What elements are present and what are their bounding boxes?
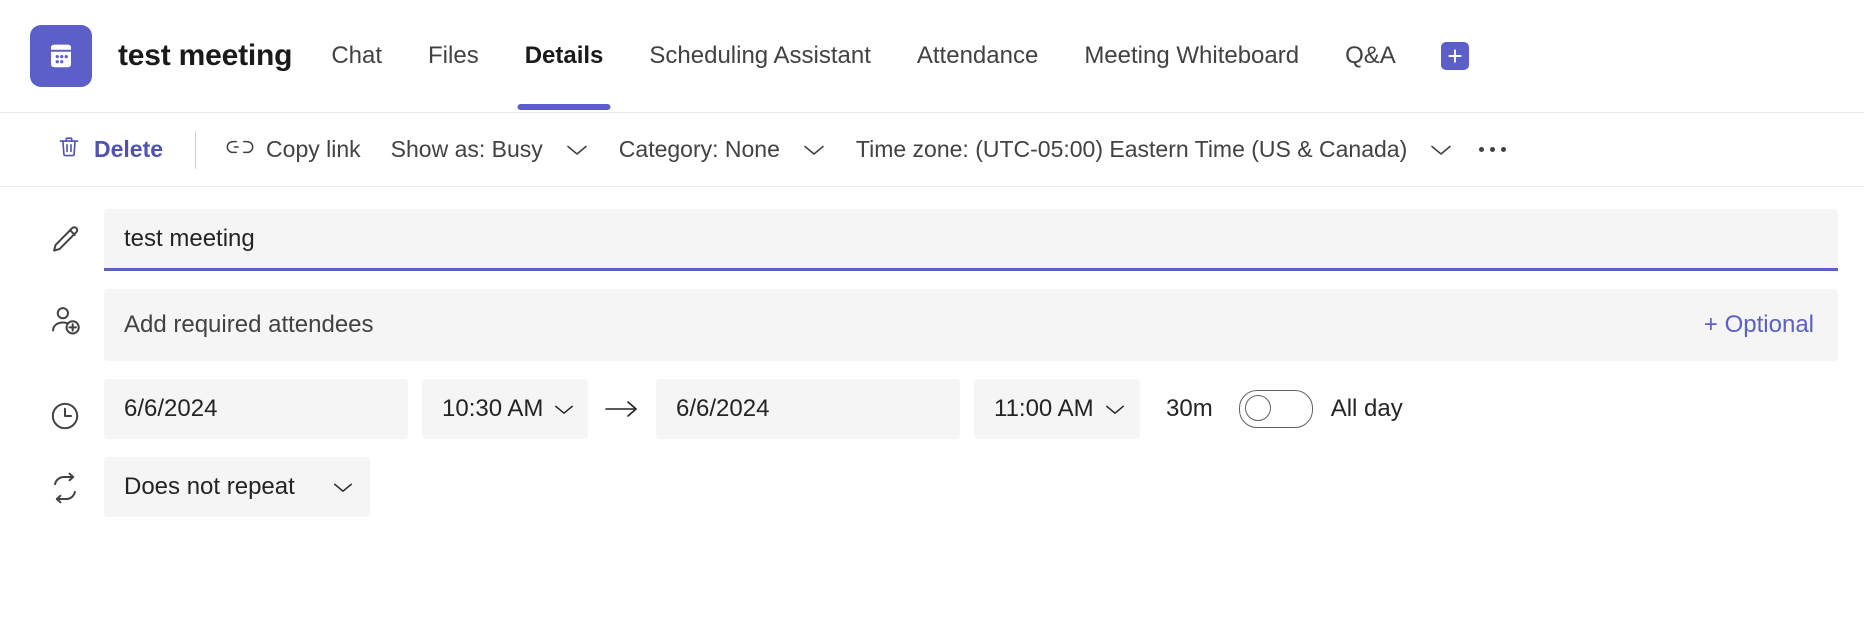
- delete-button-label: Delete: [94, 136, 164, 162]
- chevron-down-icon: [802, 143, 826, 157]
- recurrence-dropdown[interactable]: Does not repeat: [104, 457, 370, 517]
- end-date-input[interactable]: 6/6/2024: [656, 379, 960, 439]
- duration-label: 30m: [1166, 395, 1213, 422]
- start-time-dropdown[interactable]: 10:30 AM: [422, 379, 588, 439]
- dot: [1490, 147, 1496, 152]
- plus-icon: [1448, 49, 1462, 63]
- clock-icon: [48, 385, 104, 433]
- end-time-value: 11:00 AM: [994, 395, 1094, 422]
- start-time-value: 10:30 AM: [442, 395, 544, 422]
- copy-link-label: Copy link: [266, 136, 361, 162]
- chevron-down-icon: [1429, 143, 1453, 157]
- tab-files[interactable]: Files: [405, 0, 502, 112]
- attendees-input[interactable]: Add required attendees + Optional: [104, 289, 1838, 361]
- page-title: test meeting: [118, 39, 293, 72]
- more-options-button[interactable]: [1479, 147, 1507, 152]
- add-tab-button[interactable]: [1440, 42, 1469, 70]
- timezone-dropdown[interactable]: Time zone: (UTC-05:00) Eastern Time (US …: [856, 130, 1453, 169]
- tab-chat[interactable]: Chat: [308, 0, 405, 112]
- tab-qanda[interactable]: Q&A: [1322, 0, 1419, 112]
- pencil-icon: [48, 209, 104, 257]
- chevron-down-icon: [332, 481, 354, 494]
- show-as-label: Show as: Busy: [390, 136, 543, 162]
- category-dropdown[interactable]: Category: None: [619, 130, 826, 169]
- tab-list: Chat Files Details Scheduling Assistant …: [308, 0, 1418, 112]
- start-date-input[interactable]: 6/6/2024: [104, 379, 408, 439]
- toolbar-divider: [195, 130, 197, 169]
- title-row: test meeting: [0, 209, 1864, 271]
- recurrence-value: Does not repeat: [124, 473, 295, 500]
- chevron-down-icon: [553, 403, 575, 416]
- date-range-arrow-icon: [602, 398, 642, 420]
- tab-attendance[interactable]: Attendance: [894, 0, 1061, 112]
- link-icon: [226, 136, 254, 164]
- timezone-label: Time zone: (UTC-05:00) Eastern Time (US …: [855, 136, 1408, 162]
- add-person-icon: [48, 289, 104, 337]
- meeting-title-input[interactable]: test meeting: [104, 209, 1838, 271]
- delete-button[interactable]: Delete: [56, 128, 163, 172]
- repeat-icon: [48, 457, 104, 505]
- end-time-dropdown[interactable]: 11:00 AM: [974, 379, 1140, 439]
- attendees-row: Add required attendees + Optional: [0, 289, 1864, 361]
- copy-link-button[interactable]: Copy link: [226, 130, 361, 170]
- add-optional-attendees-link[interactable]: + Optional: [1704, 311, 1814, 339]
- meeting-header: test meeting Chat Files Details Scheduli…: [0, 0, 1864, 113]
- schedule-row: 6/6/2024 10:30 AM 6/6/2024 11:00 AM 30m …: [0, 379, 1864, 439]
- all-day-label: All day: [1330, 395, 1403, 422]
- tab-details[interactable]: Details: [502, 0, 627, 112]
- chevron-down-icon: [1104, 403, 1126, 416]
- toggle-knob: [1244, 395, 1271, 421]
- tab-meeting-whiteboard[interactable]: Meeting Whiteboard: [1061, 0, 1322, 112]
- tab-scheduling-assistant[interactable]: Scheduling Assistant: [626, 0, 893, 112]
- dot: [1479, 147, 1485, 152]
- all-day-toggle[interactable]: [1238, 390, 1313, 428]
- trash-icon: [56, 134, 82, 166]
- recurrence-row: Does not repeat: [0, 457, 1864, 517]
- show-as-dropdown[interactable]: Show as: Busy: [391, 130, 589, 169]
- calendar-meeting-icon: [30, 25, 92, 87]
- attendees-placeholder: Add required attendees: [124, 311, 374, 338]
- meeting-command-bar: Delete Copy link Show as: Busy Category:…: [0, 113, 1864, 187]
- meeting-details-form: test meeting Add required attendees + Op…: [0, 187, 1864, 517]
- dot: [1501, 147, 1507, 152]
- chevron-down-icon: [565, 143, 589, 157]
- category-label: Category: None: [618, 136, 780, 162]
